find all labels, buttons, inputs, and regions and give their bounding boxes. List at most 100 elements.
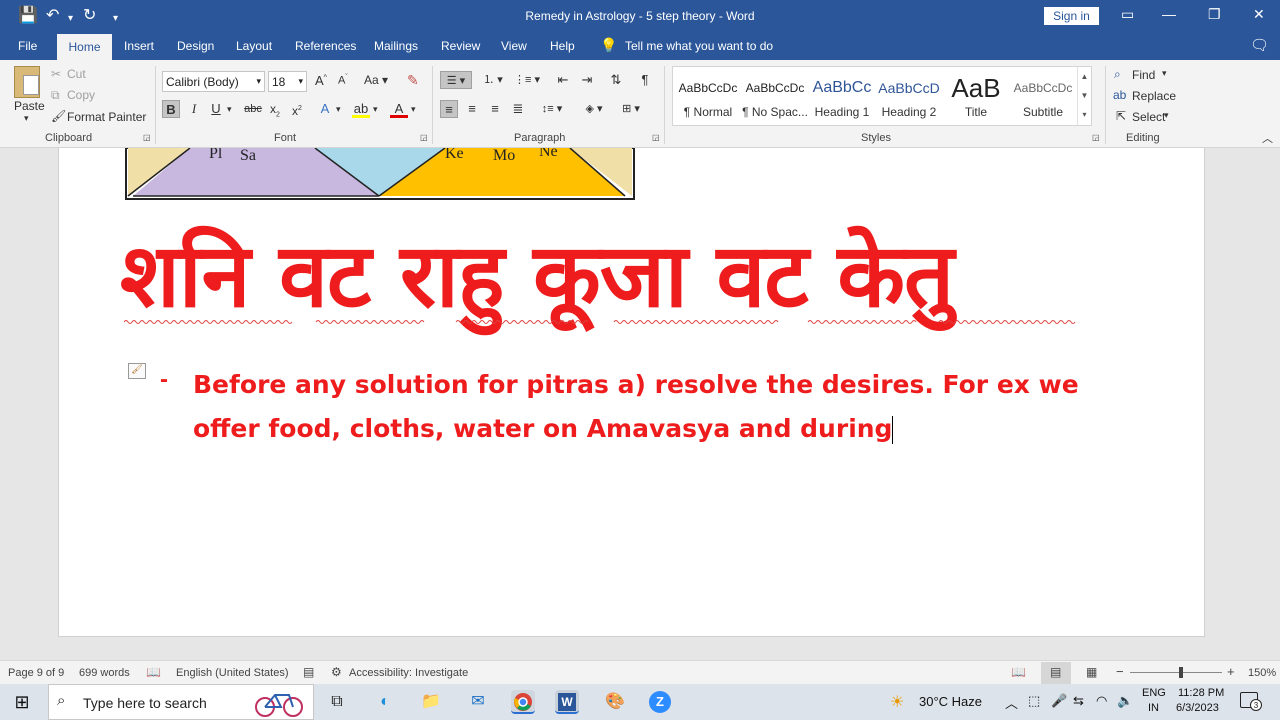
zoom-level[interactable]: 150% — [1248, 667, 1276, 679]
text-effects-icon[interactable]: A — [316, 100, 334, 118]
italic-icon[interactable]: I — [185, 100, 203, 118]
language-indicator-top[interactable]: ENG — [1142, 687, 1166, 699]
tab-file[interactable]: File — [18, 39, 37, 53]
bold-icon[interactable]: B — [162, 100, 180, 118]
tab-help[interactable]: Help — [550, 39, 575, 53]
style-title[interactable]: AaB Title — [943, 71, 1009, 119]
multilevel-list-icon[interactable]: ⋮≡ ▾ — [511, 71, 543, 89]
zoom-in-icon[interactable]: + — [1227, 664, 1235, 679]
align-left-icon[interactable]: ≡ — [440, 100, 458, 118]
layout-options-icon[interactable]: 🖌 — [128, 363, 146, 379]
find-dropdown-icon[interactable]: ▾ — [1162, 68, 1167, 79]
taskbar-search-box[interactable]: ⌕ Type here to search — [48, 684, 314, 720]
proofing-icon[interactable]: 📖 — [146, 665, 161, 679]
meet-icon[interactable]: ⬚ — [1028, 693, 1040, 709]
accessibility-status[interactable]: Accessibility: Investigate — [349, 667, 468, 679]
comments-icon[interactable]: 🗨 — [1250, 36, 1269, 54]
volume-icon[interactable]: 🔈 — [1117, 693, 1133, 709]
line-spacing-icon[interactable]: ↕≡ ▾ — [538, 100, 566, 118]
word-icon[interactable]: W — [555, 690, 579, 714]
justify-icon[interactable]: ≣ — [509, 100, 527, 118]
underline-dropdown-icon[interactable]: ▾ — [227, 104, 232, 115]
align-center-icon[interactable]: ≡ — [463, 100, 481, 118]
body-paragraph[interactable]: Before any solution for pitras a) resolv… — [193, 363, 1153, 451]
copy-button[interactable]: Copy — [67, 88, 95, 102]
show-marks-icon[interactable]: ¶ — [636, 71, 654, 89]
decrease-indent-icon[interactable]: ⇤ — [554, 71, 572, 89]
style-normal[interactable]: AaBbCcDc ¶ Normal — [675, 71, 741, 119]
file-explorer-icon[interactable]: 📁 — [419, 690, 443, 714]
tab-view[interactable]: View — [501, 39, 527, 53]
word-count[interactable]: 699 words — [79, 667, 130, 679]
zoom-app-icon[interactable]: Z — [648, 690, 672, 714]
paint-icon[interactable]: 🎨 — [603, 690, 627, 714]
read-mode-icon[interactable]: 📖 — [1011, 665, 1026, 679]
kundli-chart-image[interactable]: Pl Sa Ke Mo Ne — [125, 148, 635, 200]
tell-me-search[interactable]: Tell me what you want to do — [625, 39, 773, 53]
ribbon-display-icon[interactable]: ▭ — [1121, 6, 1134, 23]
macro-icon[interactable]: ▤ — [303, 665, 314, 679]
maximize-icon[interactable]: ❐ — [1208, 6, 1221, 23]
clear-formatting-icon[interactable]: ✎ — [407, 72, 419, 89]
superscript-icon[interactable]: x2 — [288, 100, 306, 118]
format-painter-button[interactable]: Format Painter — [67, 110, 146, 124]
strikethrough-icon[interactable]: abc — [244, 100, 262, 118]
paragraph-launcher-icon[interactable]: ◲ — [652, 133, 660, 142]
paste-icon[interactable] — [14, 66, 40, 98]
chrome-icon[interactable] — [511, 690, 535, 714]
font-launcher-icon[interactable]: ◲ — [420, 133, 428, 142]
align-right-icon[interactable]: ≡ — [486, 100, 504, 118]
paste-dropdown-icon[interactable]: ▾ — [24, 113, 29, 124]
style-heading-1[interactable]: AaBbCc Heading 1 — [809, 71, 875, 119]
tab-mailings[interactable]: Mailings — [374, 39, 418, 53]
zoom-slider-thumb[interactable] — [1179, 667, 1183, 678]
style-no-spacing[interactable]: AaBbCcDc ¶ No Spac... — [742, 71, 808, 119]
grow-font-icon[interactable]: A^ — [315, 73, 327, 88]
highlight-icon[interactable]: ab — [352, 100, 370, 118]
clock-time[interactable]: 11:28 PM — [1178, 687, 1224, 699]
font-color-dropdown-icon[interactable]: ▾ — [411, 104, 416, 115]
minimize-icon[interactable]: — — [1162, 6, 1176, 22]
paste-button[interactable]: Paste — [14, 99, 45, 113]
font-name-dropdown[interactable]: Calibri (Body) ▾ — [162, 71, 265, 92]
styles-scroll[interactable]: ▲ ▼ ▾ — [1077, 67, 1091, 125]
shrink-font-icon[interactable]: Aˇ — [338, 74, 348, 87]
sort-icon[interactable]: ⇅ — [607, 71, 625, 89]
change-case-icon[interactable]: Aa ▾ — [364, 73, 388, 87]
close-icon[interactable]: ✕ — [1253, 6, 1265, 23]
microphone-icon[interactable]: 🎤 — [1051, 693, 1067, 709]
tab-layout[interactable]: Layout — [236, 39, 272, 53]
wifi-icon[interactable]: ◠ — [1096, 693, 1107, 709]
edge-icon[interactable]: ◐ — [373, 690, 397, 714]
hindi-heading[interactable]: शनि वट राहु कूजा वट केतु — [120, 212, 954, 332]
select-dropdown-icon[interactable]: ▾ — [1164, 110, 1169, 121]
subscript-icon[interactable]: x2 — [266, 100, 284, 118]
collapse-ribbon-icon[interactable]: ︿ — [1262, 130, 1273, 146]
language[interactable]: English (United States) — [176, 667, 289, 679]
find-button[interactable]: Find — [1132, 68, 1155, 82]
network-icon[interactable]: ⇆ — [1073, 693, 1084, 709]
show-hidden-icons[interactable]: ︿ — [1005, 693, 1018, 712]
tab-insert[interactable]: Insert — [124, 39, 154, 53]
tab-home[interactable]: Home — [57, 34, 112, 60]
cut-button[interactable]: Cut — [67, 67, 86, 81]
task-view-icon[interactable]: ⧉ — [325, 690, 349, 714]
shading-icon[interactable]: ◈ ▾ — [580, 100, 608, 118]
style-heading-2[interactable]: AaBbCcD Heading 2 — [876, 71, 942, 119]
sign-in-button[interactable]: Sign in — [1044, 7, 1099, 25]
zoom-slider-track[interactable] — [1130, 672, 1222, 673]
style-subtitle[interactable]: AaBbCcDc Subtitle — [1010, 71, 1076, 119]
font-size-dropdown[interactable]: 18 ▾ — [268, 71, 307, 92]
select-button[interactable]: Select — [1132, 110, 1165, 124]
web-layout-icon[interactable]: ▦ — [1086, 665, 1097, 679]
mail-icon[interactable]: ✉ — [466, 690, 490, 714]
tab-design[interactable]: Design — [177, 39, 214, 53]
weather-text[interactable]: 30°C Haze — [919, 694, 982, 709]
highlight-dropdown-icon[interactable]: ▾ — [373, 104, 378, 115]
borders-icon[interactable]: ⊞ ▾ — [616, 100, 646, 118]
windows-start-icon[interactable]: ⊞ — [10, 690, 34, 714]
bullets-icon[interactable]: ☰ ▾ — [440, 71, 472, 89]
tab-references[interactable]: References — [295, 39, 356, 53]
clipboard-launcher-icon[interactable]: ◲ — [143, 133, 151, 142]
notification-icon[interactable]: 3 — [1240, 692, 1262, 711]
